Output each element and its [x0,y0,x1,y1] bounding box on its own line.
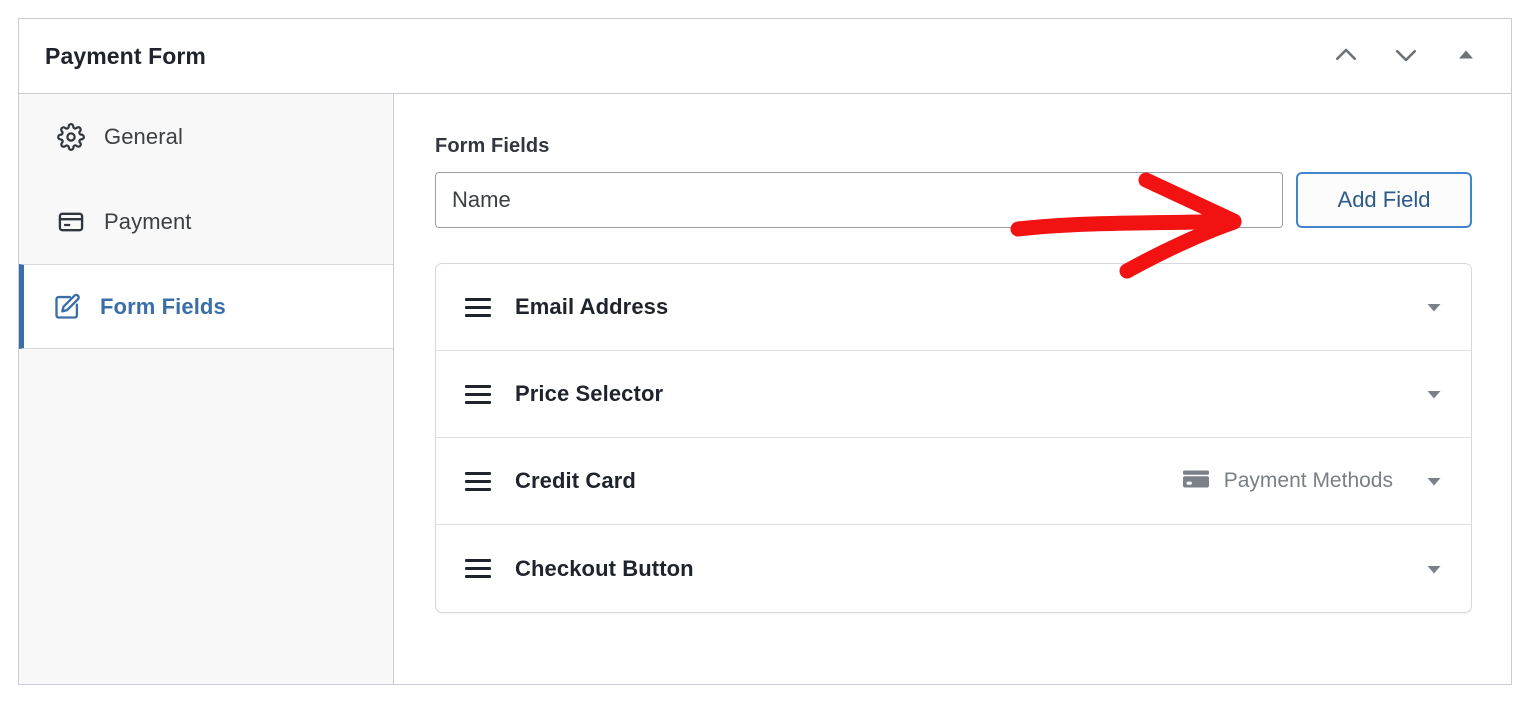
gear-icon [57,122,85,151]
chevron-down-icon [1391,40,1421,73]
add-field-button[interactable]: Add Field [1296,172,1472,228]
move-down-button[interactable] [1389,39,1423,73]
sidebar-item-label: Payment [104,208,192,234]
sidebar-empty-area [19,349,393,684]
form-fields-list: Email Address Price Selector Credit Card… [435,263,1472,613]
sidebar-item-payment[interactable]: Payment [19,179,393,264]
caret-down-icon[interactable] [1423,558,1445,580]
caret-down-icon[interactable] [1423,383,1445,405]
page-title: Payment Form [45,42,206,69]
panel-body: General Payment Form Fields Form Fields … [19,94,1511,684]
form-fields-content: Form Fields Add Field Email Address [394,94,1511,684]
table-row[interactable]: Email Address [436,264,1471,351]
field-label: Price Selector [515,381,664,406]
sidebar-item-label: General [104,123,183,149]
collapse-button[interactable] [1449,39,1483,73]
sidebar-item-general[interactable]: General [19,94,393,179]
chevron-up-icon [1331,40,1361,73]
sidebar-item-form-fields[interactable]: Form Fields [19,264,393,349]
credit-card-icon [1181,467,1211,496]
badge-label: Payment Methods [1223,469,1393,492]
header-actions [1329,39,1489,73]
table-row[interactable]: Price Selector [436,351,1471,438]
edit-square-icon [53,293,81,321]
add-field-row: Add Field [435,172,1472,228]
section-title: Form Fields [435,135,550,157]
sidebar: General Payment Form Fields [19,94,394,684]
move-up-button[interactable] [1329,39,1363,73]
field-name-input[interactable] [435,172,1283,228]
drag-handle-icon[interactable] [465,294,491,320]
caret-down-icon[interactable] [1423,470,1445,492]
field-label: Checkout Button [515,555,694,581]
sidebar-item-label: Form Fields [100,293,226,319]
panel-header: Payment Form [19,19,1511,94]
payment-form-panel: Payment Form General Payment Form Fields… [18,18,1512,685]
triangle-up-icon [1456,45,1476,68]
field-label: Email Address [515,294,669,319]
table-row[interactable]: Checkout Button [436,525,1471,612]
caret-down-icon[interactable] [1423,296,1445,318]
table-row[interactable]: Credit Card Payment Methods [436,438,1471,525]
drag-handle-icon[interactable] [465,556,491,582]
drag-handle-icon[interactable] [465,468,491,494]
status-badge: Payment Methods [1181,467,1393,496]
credit-card-icon [57,208,85,236]
drag-handle-icon[interactable] [465,381,491,407]
field-label: Credit Card [515,468,636,493]
